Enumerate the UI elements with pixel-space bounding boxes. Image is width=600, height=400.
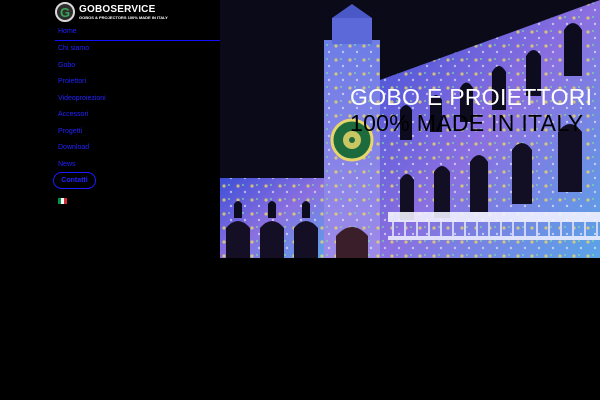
brand-name: GOBOSERVICE: [79, 3, 156, 15]
nav-item-home[interactable]: Home: [58, 27, 77, 37]
nav-item-chi-siamo[interactable]: Chi siamo: [58, 44, 89, 54]
logo-letter: G: [59, 4, 71, 20]
nav-item-download[interactable]: Download: [58, 143, 89, 153]
nav-item-proiettori[interactable]: Proiettori: [58, 77, 86, 87]
contact-button[interactable]: Contatti: [53, 172, 96, 189]
nav-item-accessori[interactable]: Accessori: [58, 110, 88, 120]
hero-title: GOBO E PROIETTORI 100% MADE IN ITALY: [350, 84, 592, 135]
nav-item-news[interactable]: News: [58, 160, 76, 170]
gobo-logo-icon: G: [55, 2, 75, 22]
hero-title-line1: GOBO E PROIETTORI: [350, 84, 593, 110]
nav-item-progetti[interactable]: Progetti: [58, 127, 82, 137]
italian-flag-icon[interactable]: [58, 198, 67, 204]
logo-text: GOBOSERVICE GOBOS & PROJECTORS 100% MADE…: [79, 4, 168, 21]
hero-title-line2: 100% MADE IN ITALY: [350, 110, 584, 136]
brand-tagline: GOBOS & PROJECTORS 100% MADE IN ITALY: [79, 14, 168, 20]
nav-item-videoproiezioni[interactable]: Videoproiezioni: [58, 94, 106, 104]
nav-item-gobo[interactable]: Gobo: [58, 61, 75, 71]
gobo-logo[interactable]: G GOBOSERVICE GOBOS & PROJECTORS 100% MA…: [55, 2, 168, 22]
hero-banner: GOBO E PROIETTORI 100% MADE IN ITALY: [220, 0, 600, 258]
